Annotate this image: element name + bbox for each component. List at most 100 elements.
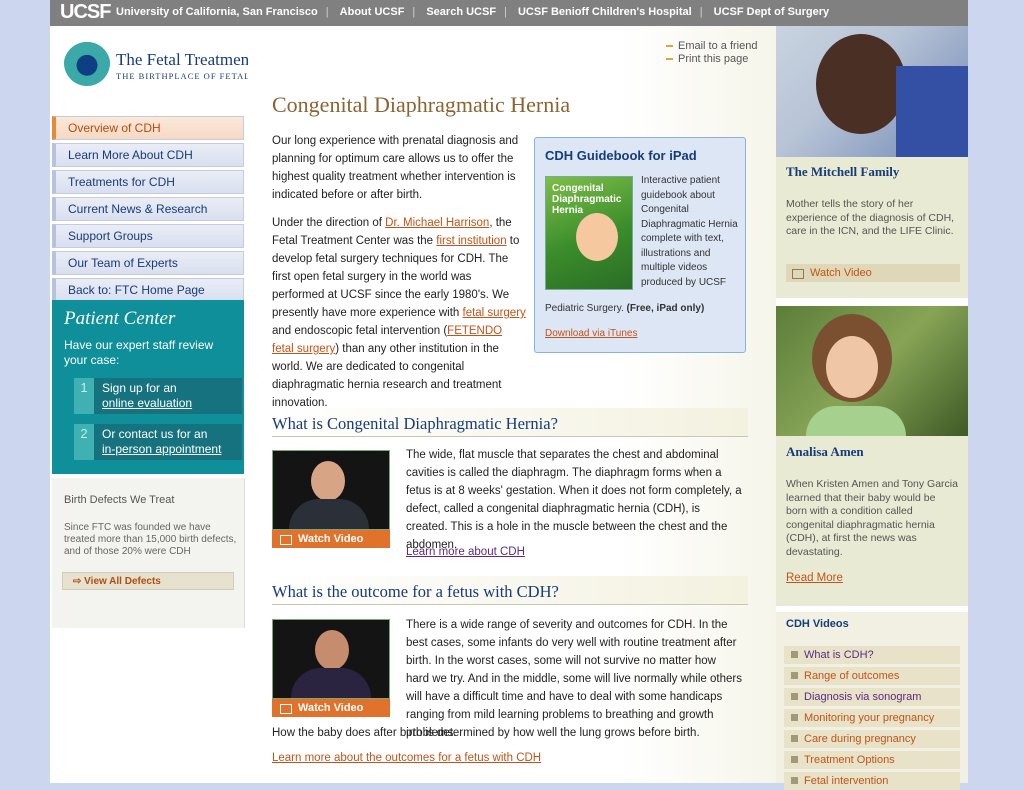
cdh-videos-heading: CDH Videos [786, 618, 849, 630]
video-link-range-of-outcomes[interactable]: Range of outcomes [784, 667, 960, 685]
top-link-university[interactable]: University of California, San Francisco [108, 6, 326, 18]
intro-text: and endoscopic fetal intervention ( [272, 325, 448, 337]
analisa-amen-desc: When Kristen Amen and Tony Garcia learne… [786, 478, 958, 558]
view-all-defects-label: View All Defects [84, 576, 161, 587]
arrow-icon: ⇨ [73, 576, 85, 587]
video-thumbnail-what-is-cdh[interactable]: Watch Video [272, 450, 390, 548]
page-tools: Email to a friend Print this page [666, 40, 757, 66]
top-link-search[interactable]: Search UCSF [418, 6, 504, 18]
guidebook-heading: CDH Guidebook for iPad [545, 148, 697, 163]
nav-learn-more-about-cdh[interactable]: Learn More About CDH [52, 143, 244, 167]
page-frame: UCSF University of California, San Franc… [50, 0, 968, 790]
top-link-dept-surgery[interactable]: UCSF Dept of Surgery [706, 6, 838, 18]
video-preview-image[interactable] [272, 450, 390, 530]
baby-face [816, 34, 906, 134]
online-evaluation-label: Sign up for an online evaluation [102, 381, 192, 411]
nav-support-groups[interactable]: Support Groups [52, 224, 244, 248]
video-thumbnail-outcome[interactable]: Watch Video [272, 619, 390, 717]
analisa-amen-card: Analisa Amen When Kristen Amen and Tony … [776, 306, 968, 606]
guidebook-cover-title: Congenital Diaphragmatic Hernia [552, 183, 622, 216]
section-what-is-cdh-heading: What is Congenital Diaphragmatic Hernia? [272, 414, 558, 433]
email-friend-link[interactable]: Email to a friend [666, 40, 757, 53]
analisa-photo [776, 306, 968, 436]
watch-video-button[interactable]: Watch Video [272, 699, 390, 717]
birth-defects-box: Birth Defects We Treat Since FTC was fou… [52, 478, 245, 628]
girl-face [826, 336, 878, 398]
child-photo [576, 213, 618, 261]
left-column: The Fetal Treatment Center THE BIRTHPLAC… [50, 26, 303, 783]
section-outcome-heading: What is the outcome for a fetus with CDH… [272, 582, 559, 601]
nav-current-news-research[interactable]: Current News & Research [52, 197, 244, 221]
in-person-appointment-label: Or contact us for an in-person appointme… [102, 427, 221, 457]
analisa-amen-name: Analisa Amen [786, 444, 864, 459]
main-content: Email to a friend Print this page Congen… [248, 26, 776, 783]
print-page-link[interactable]: Print this page [666, 53, 757, 66]
video-icon [280, 704, 292, 714]
speaker-head [311, 461, 345, 501]
video-icon [792, 269, 804, 279]
girl-shirt [806, 406, 906, 436]
ftc-logo-icon [64, 40, 110, 86]
top-links: University of California, San Francisco |… [108, 6, 837, 18]
watch-video-button[interactable]: Watch Video [272, 530, 390, 548]
in-person-appointment-button[interactable]: 2 Or contact us for an in-person appoint… [74, 424, 242, 460]
download-itunes-link[interactable]: Download via iTunes [545, 328, 637, 339]
intro-paragraph-2: Under the direction of Dr. Michael Harri… [272, 214, 526, 412]
dr-harrison-link[interactable]: Dr. Michael Harrison [385, 217, 489, 229]
right-column: The Mitchell Family Mother tells the sto… [776, 26, 968, 790]
online-evaluation-button[interactable]: 1 Sign up for an online evaluation [74, 378, 242, 414]
speaker-shoulders [291, 668, 371, 698]
video-link-what-is-cdh[interactable]: What is CDH? [784, 646, 960, 664]
guidebook-desc-2: Pediatric Surgery. (Free, iPad only) [545, 302, 741, 317]
patient-center-box: Patient Center Have our expert staff rev… [52, 300, 244, 474]
online-evaluation-line1: Sign up for an [102, 381, 177, 395]
video-link-fetal-intervention[interactable]: Fetal intervention [784, 772, 960, 790]
cdh-videos-box: CDH Videos What is CDH? Range of outcome… [776, 612, 968, 790]
mitchell-family-card: The Mitchell Family Mother tells the sto… [776, 26, 968, 298]
video-link-treatment-options[interactable]: Treatment Options [784, 751, 960, 769]
section-outcome-header: What is the outcome for a fetus with CDH… [272, 576, 748, 605]
first-institution-link[interactable]: first institution [436, 235, 506, 247]
section-outcome-tail: How the baby does after birth is determi… [272, 727, 700, 739]
intro-text: Under the direction of [272, 217, 386, 229]
fetal-surgery-link[interactable]: fetal surgery [463, 307, 526, 319]
guidebook-box: CDH Guidebook for iPad Congenital Diaphr… [534, 137, 746, 353]
step-number: 1 [74, 378, 94, 414]
nav-back-to-ftc-home[interactable]: Back to: FTC Home Page [52, 278, 244, 302]
patient-center-heading: Patient Center [64, 308, 176, 329]
patient-center-desc: Have our expert staff review your case: [64, 338, 214, 367]
video-preview-image[interactable] [272, 619, 390, 699]
learn-more-cdh-link[interactable]: Learn more about CDH [406, 546, 525, 558]
online-evaluation-line2[interactable]: online evaluation [102, 396, 192, 411]
watch-video-label: Watch Video [298, 702, 364, 714]
guidebook-cover-image[interactable]: Congenital Diaphragmatic Hernia [545, 176, 633, 290]
mitchell-family-desc: Mother tells the story of her experience… [786, 198, 955, 237]
top-link-childrens-hospital[interactable]: UCSF Benioff Children's Hospital [510, 6, 700, 18]
birth-defects-desc: Since FTC was founded we have treated mo… [64, 522, 237, 557]
view-all-defects-button[interactable]: ⇨ View All Defects [62, 572, 234, 590]
in-person-appointment-line1: Or contact us for an [102, 427, 208, 441]
watch-video-label: Watch Video [810, 267, 872, 279]
nav-our-team-of-experts[interactable]: Our Team of Experts [52, 251, 244, 275]
video-link-monitoring-pregnancy[interactable]: Monitoring your pregnancy [784, 709, 960, 727]
guidebook-desc: Interactive patient guidebook about Cong… [641, 175, 738, 288]
video-link-care-during-pregnancy[interactable]: Care during pregnancy [784, 730, 960, 748]
read-more-link[interactable]: Read More [786, 572, 843, 584]
ucsf-logo[interactable]: UCSF [60, 1, 111, 24]
mitchell-watch-video-button[interactable]: Watch Video [786, 264, 960, 282]
video-link-diagnosis-sonogram[interactable]: Diagnosis via sonogram [784, 688, 960, 706]
watch-video-label: Watch Video [298, 533, 364, 545]
intro-paragraph-1: Our long experience with prenatal diagno… [272, 135, 519, 201]
nav-treatments-for-cdh[interactable]: Treatments for CDH [52, 170, 244, 194]
birth-defects-heading: Birth Defects We Treat [64, 494, 175, 506]
speaker-head [315, 630, 349, 670]
step-number: 2 [74, 424, 94, 460]
top-link-about[interactable]: About UCSF [332, 6, 413, 18]
outcome-learn-more-link[interactable]: Learn more about the outcomes for a fetu… [272, 752, 541, 764]
nav-overview-of-cdh[interactable]: Overview of CDH [52, 116, 244, 140]
guidebook-price-note: (Free, iPad only) [623, 303, 705, 314]
baby-clothes [896, 66, 968, 157]
guidebook-desc-text: Pediatric Surgery. [545, 303, 624, 314]
left-nav: Overview of CDH Learn More About CDH Tre… [52, 116, 244, 305]
in-person-appointment-line2[interactable]: in-person appointment [102, 442, 221, 457]
